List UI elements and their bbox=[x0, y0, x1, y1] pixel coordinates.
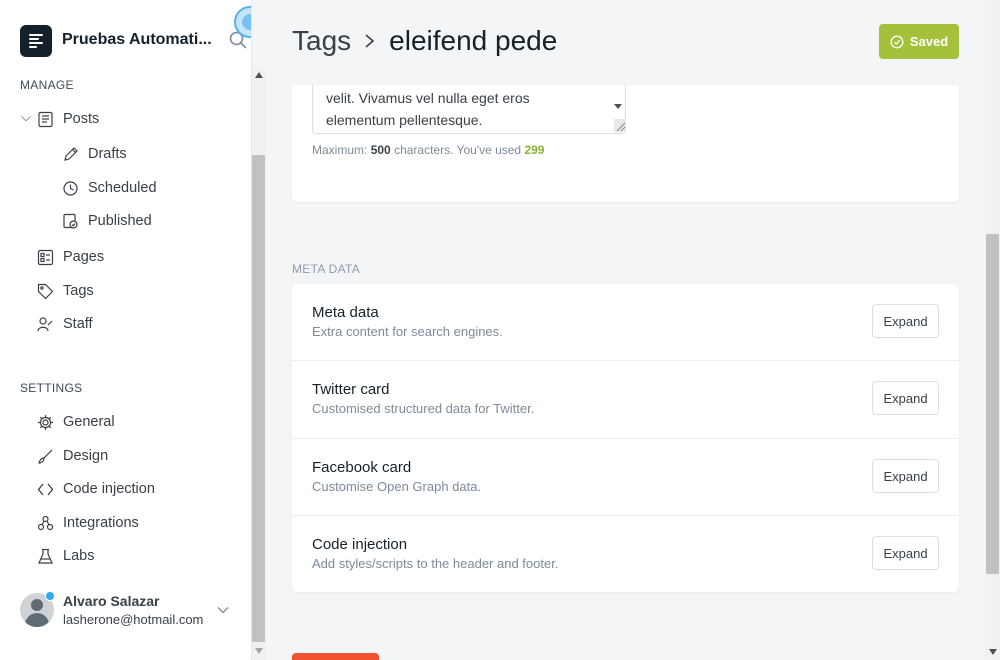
meta-row-title: Facebook card bbox=[312, 459, 412, 476]
description-card: velit. Vivamus vel nulla eget eros eleme… bbox=[292, 85, 959, 202]
sidebar-item-label: Code injection bbox=[63, 481, 155, 497]
manage-section-label: MANAGE bbox=[20, 78, 74, 92]
posts-icon bbox=[38, 111, 53, 127]
saved-label: Saved bbox=[909, 34, 949, 49]
textarea-line: elementum pellentesque. bbox=[326, 112, 483, 128]
main-scrollbar-thumb[interactable] bbox=[986, 234, 999, 574]
sidebar-item-staff[interactable]: Staff bbox=[37, 312, 93, 336]
resize-grip-icon[interactable] bbox=[614, 119, 626, 132]
sidebar-item-design[interactable]: Design bbox=[37, 444, 108, 468]
settings-section-label: SETTINGS bbox=[20, 381, 83, 395]
sidebar-item-code-injection[interactable]: Code injection bbox=[37, 477, 155, 501]
sidebar-item-label: Design bbox=[63, 448, 109, 464]
user-email: lasherone@hotmail.com bbox=[63, 612, 204, 627]
gear-icon bbox=[38, 414, 53, 430]
sidebar-item-drafts[interactable]: Drafts bbox=[62, 142, 127, 166]
sidebar-item-integrations[interactable]: Integrations bbox=[37, 511, 139, 535]
sidebar-item-label: Labs bbox=[63, 548, 95, 564]
sidebar-item-label: Tags bbox=[63, 283, 94, 299]
meta-row-title: Meta data bbox=[312, 304, 379, 321]
user-name: Alvaro Salazar bbox=[63, 593, 160, 609]
counter-used: 299 bbox=[524, 143, 545, 157]
meta-row-twitter-card: Twitter card Customised structured data … bbox=[292, 361, 959, 439]
chevron-right-icon bbox=[365, 34, 375, 48]
sidebar-item-label: Pages bbox=[63, 249, 105, 265]
sidebar-item-pages[interactable]: Pages bbox=[37, 245, 104, 269]
sidebar-item-label: Posts bbox=[63, 111, 100, 127]
user-menu[interactable]: Alvaro Salazar lasherone@hotmail.com bbox=[20, 591, 250, 631]
meta-row-title: Code injection bbox=[312, 536, 408, 553]
expand-twitter-card-button[interactable]: Expand bbox=[872, 381, 939, 415]
tag-icon bbox=[37, 283, 54, 299]
sidebar-item-published[interactable]: Published bbox=[62, 209, 152, 233]
expand-meta-data-button[interactable]: Expand bbox=[872, 304, 939, 338]
sidebar-item-label: General bbox=[63, 414, 115, 430]
check-circle-icon bbox=[890, 35, 904, 48]
sidebar: Pruebas Automati... MANAGE Posts Drafts … bbox=[0, 0, 252, 660]
notification-dot bbox=[45, 591, 55, 601]
sidebar-item-general[interactable]: General bbox=[37, 410, 115, 434]
character-counter: Maximum: 500 characters. You've used 299 bbox=[312, 143, 544, 157]
meta-row-desc: Customise Open Graph data. bbox=[312, 479, 482, 494]
description-textarea[interactable]: velit. Vivamus vel nulla eget eros eleme… bbox=[312, 85, 626, 134]
textarea-line: velit. Vivamus vel nulla eget eros bbox=[326, 90, 530, 106]
main-content: Tags eleifend pede Saved velit. Vivamus … bbox=[267, 0, 985, 660]
meta-section-label: META DATA bbox=[292, 262, 361, 276]
sidebar-item-tags[interactable]: Tags bbox=[37, 279, 94, 303]
expand-facebook-card-button[interactable]: Expand bbox=[872, 459, 939, 493]
meta-row-desc: Add styles/scripts to the header and foo… bbox=[312, 556, 559, 571]
published-icon bbox=[63, 213, 78, 229]
clock-icon bbox=[63, 180, 78, 196]
brush-icon bbox=[38, 449, 53, 464]
sidebar-header: Pruebas Automati... bbox=[0, 0, 251, 76]
saved-button[interactable]: Saved bbox=[879, 24, 959, 59]
chevron-down-icon[interactable] bbox=[216, 603, 230, 617]
flask-icon bbox=[38, 548, 53, 564]
integrations-icon bbox=[37, 515, 54, 530]
sidebar-item-label: Staff bbox=[63, 316, 93, 332]
chevron-down-icon[interactable] bbox=[20, 113, 32, 125]
staff-icon bbox=[37, 316, 53, 331]
meta-row-meta-data: Meta data Extra content for search engin… bbox=[292, 284, 959, 361]
page-title: eleifend pede bbox=[389, 25, 558, 56]
sidebar-item-label: Integrations bbox=[63, 515, 139, 531]
pages-icon bbox=[37, 249, 54, 265]
counter-prefix: Maximum: bbox=[312, 143, 368, 157]
sidebar-item-label: Scheduled bbox=[88, 180, 157, 196]
expand-code-injection-button[interactable]: Expand bbox=[872, 536, 939, 570]
textarea-scroll-down-icon[interactable] bbox=[614, 104, 622, 109]
sidebar-item-scheduled[interactable]: Scheduled bbox=[62, 176, 157, 200]
meta-row-desc: Customised structured data for Twitter. bbox=[312, 401, 535, 416]
sidebar-item-label: Published bbox=[88, 213, 152, 229]
meta-row-desc: Extra content for search engines. bbox=[312, 324, 503, 339]
sidebar-item-label: Drafts bbox=[88, 146, 127, 162]
site-logo[interactable] bbox=[20, 25, 52, 57]
code-icon bbox=[37, 483, 54, 495]
breadcrumb: Tags eleifend pede bbox=[292, 25, 557, 57]
pencil-icon bbox=[64, 146, 78, 161]
delete-tag-button[interactable] bbox=[292, 653, 379, 660]
meta-row-title: Twitter card bbox=[312, 381, 390, 398]
sidebar-scrollbar-thumb[interactable] bbox=[252, 155, 265, 642]
site-title[interactable]: Pruebas Automati... bbox=[62, 31, 212, 49]
sidebar-item-labs[interactable]: Labs bbox=[37, 544, 94, 568]
scroll-up-arrow-icon[interactable] bbox=[255, 72, 263, 78]
counter-max: 500 bbox=[370, 143, 391, 157]
meta-row-code-injection: Code injection Add styles/scripts to the… bbox=[292, 516, 959, 593]
breadcrumb-parent-link[interactable]: Tags bbox=[292, 25, 351, 57]
scroll-down-arrow-icon[interactable] bbox=[255, 648, 263, 654]
counter-mid: characters. You've used bbox=[394, 143, 522, 157]
meta-row-facebook-card: Facebook card Customise Open Graph data.… bbox=[292, 439, 959, 516]
sidebar-item-posts[interactable]: Posts bbox=[20, 107, 99, 131]
scroll-down-arrow-icon[interactable] bbox=[989, 649, 997, 655]
meta-settings-card: Meta data Extra content for search engin… bbox=[292, 284, 959, 592]
